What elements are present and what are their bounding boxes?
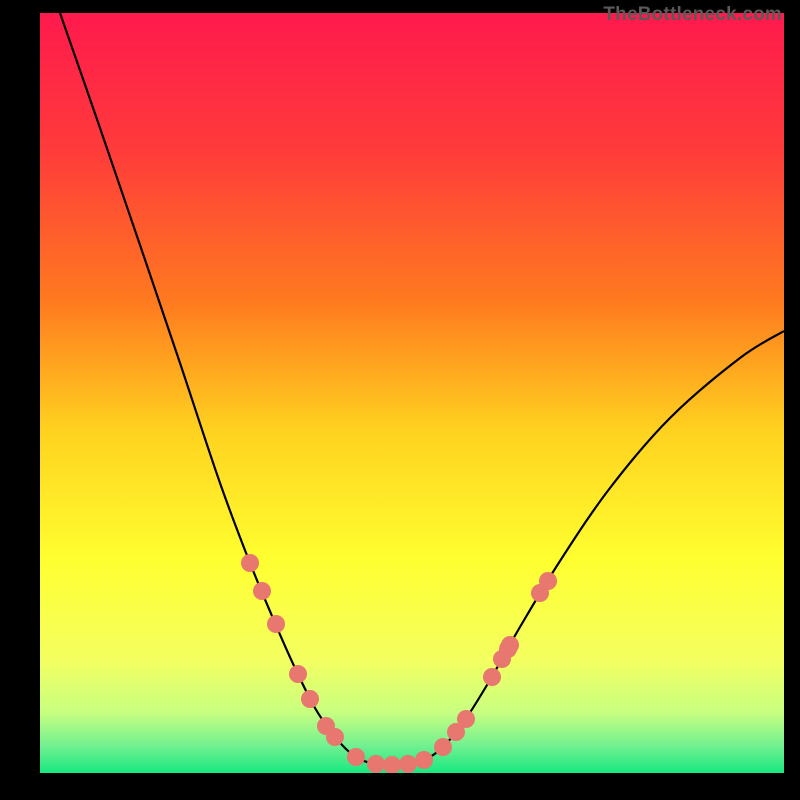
plot-area [40, 13, 784, 773]
marker-dot [267, 615, 285, 633]
marker-dot [347, 748, 365, 766]
marker-dot [399, 755, 417, 773]
marker-dot [253, 582, 271, 600]
marker-dot [434, 738, 452, 756]
marker-dot [289, 665, 307, 683]
marker-dot [301, 690, 319, 708]
marker-dot [367, 755, 385, 773]
gradient-background [40, 13, 784, 773]
marker-dot [326, 728, 344, 746]
marker-dot [415, 751, 433, 769]
marker-dot [241, 554, 259, 572]
marker-dot [457, 710, 475, 728]
chart-frame: TheBottleneck.com [0, 0, 800, 800]
marker-dot [539, 572, 557, 590]
marker-dot [499, 640, 517, 658]
watermark-text: TheBottleneck.com [603, 4, 782, 26]
chart-svg [40, 13, 784, 773]
marker-dot [483, 668, 501, 686]
